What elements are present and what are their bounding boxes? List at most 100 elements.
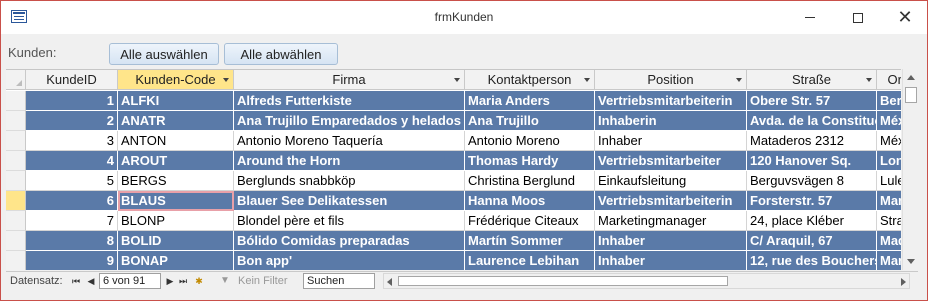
column-header-firma[interactable]: Firma <box>234 70 465 90</box>
cell-ort[interactable]: Strasbourg <box>877 211 901 231</box>
column-header-kontaktperson[interactable]: Kontaktperson <box>465 70 595 90</box>
select-all-corner[interactable] <box>6 70 26 90</box>
table-row[interactable]: 5 BERGS Berglunds snabbköp Christina Berglu… <box>6 171 901 191</box>
column-header-position[interactable]: Position <box>595 70 747 90</box>
column-header-ort[interactable]: Ort <box>877 70 901 90</box>
cell-strasse[interactable]: Berguvsvägen 8 <box>747 171 877 191</box>
cell-strasse[interactable]: 24, place Kléber <box>747 211 877 231</box>
horizontal-scrollbar[interactable] <box>383 273 910 289</box>
record-selector[interactable] <box>6 91 26 111</box>
cell-kontakt[interactable]: Frédérique Citeaux <box>465 211 595 231</box>
record-selector[interactable] <box>6 151 26 171</box>
cell-ort[interactable]: Marseille <box>877 251 901 270</box>
cell-code[interactable]: BONAP <box>118 251 234 270</box>
cell-firma[interactable]: Blondel père et fils <box>234 211 465 231</box>
column-header-strasse[interactable]: Straße <box>747 70 877 90</box>
cell-firma[interactable]: Bólido Comidas preparadas <box>234 231 465 251</box>
cell-firma[interactable]: Antonio Moreno Taquería <box>234 131 465 151</box>
cell-id[interactable]: 4 <box>26 151 118 171</box>
cell-code[interactable]: BLAUS <box>118 191 234 211</box>
scroll-left-icon[interactable] <box>387 278 392 286</box>
cell-kontakt[interactable]: Laurence Lebihan <box>465 251 595 270</box>
table-row[interactable]: 8 BOLID Bólido Comidas preparadas Martín So… <box>6 231 901 251</box>
vertical-scrollbar[interactable] <box>902 69 918 270</box>
cell-ort[interactable]: Luleå <box>877 171 901 191</box>
last-record-icon[interactable]: ⏭ <box>177 275 189 287</box>
cell-firma[interactable]: Bon app' <box>234 251 465 270</box>
record-selector[interactable] <box>6 251 26 270</box>
deselect-all-button[interactable]: Alle abwählen <box>224 43 338 65</box>
cell-code[interactable]: ANATR <box>118 111 234 131</box>
cell-code[interactable]: AROUT <box>118 151 234 171</box>
cell-position[interactable]: Vertriebsmitarbeiterin <box>595 191 747 211</box>
sort-dropdown-icon[interactable] <box>454 78 460 82</box>
cell-position[interactable]: Inhaber <box>595 131 747 151</box>
cell-strasse[interactable]: Obere Str. 57 <box>747 91 877 111</box>
cell-ort[interactable]: Berlin <box>877 91 901 111</box>
cell-position[interactable]: Vertriebsmitarbeiter <box>595 151 747 171</box>
scroll-down-icon[interactable] <box>903 253 919 270</box>
cell-kontakt[interactable]: Christina Berglund <box>465 171 595 191</box>
cell-id[interactable]: 5 <box>26 171 118 191</box>
cell-code[interactable]: ANTON <box>118 131 234 151</box>
cell-id[interactable]: 1 <box>26 91 118 111</box>
cell-firma[interactable]: Ana Trujillo Emparedados y helados <box>234 111 465 131</box>
search-input[interactable]: Suchen <box>303 273 375 289</box>
cell-code[interactable]: BLONP <box>118 211 234 231</box>
table-row[interactable]: 9 BONAP Bon app' Laurence Lebihan Inhaber 12,… <box>6 251 901 270</box>
cell-kontakt[interactable]: Ana Trujillo <box>465 111 595 131</box>
select-all-button[interactable]: Alle auswählen <box>109 43 219 65</box>
table-row[interactable]: 2 ANATR Ana Trujillo Emparedados y helados… <box>6 111 901 131</box>
table-row[interactable]: 7 BLONP Blondel père et fils Frédérique Cit… <box>6 211 901 231</box>
cell-ort[interactable]: Mannheim <box>877 191 901 211</box>
column-header-kunden-code[interactable]: Kunden-Code <box>118 70 234 90</box>
new-record-icon[interactable]: ✱ <box>193 275 205 287</box>
cell-strasse[interactable]: Forsterstr. 57 <box>747 191 877 211</box>
cell-ort[interactable]: Madrid <box>877 231 901 251</box>
cell-id[interactable]: 9 <box>26 251 118 270</box>
cell-kontakt[interactable]: Maria Anders <box>465 91 595 111</box>
horizontal-scroll-thumb[interactable] <box>398 276 728 286</box>
cell-strasse[interactable]: Avda. de la Constitución 2222 <box>747 111 877 131</box>
record-selector[interactable] <box>6 231 26 251</box>
record-selector[interactable] <box>6 111 26 131</box>
sort-dropdown-icon[interactable] <box>866 78 872 82</box>
cell-position[interactable]: Inhaber <box>595 231 747 251</box>
cell-id[interactable]: 8 <box>26 231 118 251</box>
cell-code[interactable]: ALFKI <box>118 91 234 111</box>
sort-dropdown-icon[interactable] <box>223 78 229 82</box>
next-record-icon[interactable]: ▶ <box>164 275 176 287</box>
scroll-right-icon[interactable] <box>901 278 906 286</box>
cell-position[interactable]: Inhaber <box>595 251 747 270</box>
cell-kontakt[interactable]: Antonio Moreno <box>465 131 595 151</box>
cell-position[interactable]: Einkaufsleitung <box>595 171 747 191</box>
cell-kontakt[interactable]: Hanna Moos <box>465 191 595 211</box>
vertical-scroll-thumb[interactable] <box>905 87 917 103</box>
cell-id[interactable]: 3 <box>26 131 118 151</box>
cell-id[interactable]: 7 <box>26 211 118 231</box>
column-header-kundeid[interactable]: KundeID <box>26 70 118 90</box>
cell-firma[interactable]: Berglunds snabbköp <box>234 171 465 191</box>
table-row[interactable]: 1 ALFKI Alfreds Futterkiste Maria Anders Ver… <box>6 91 901 111</box>
cell-id[interactable]: 6 <box>26 191 118 211</box>
cell-id[interactable]: 2 <box>26 111 118 131</box>
cell-position[interactable]: Vertriebsmitarbeiterin <box>595 91 747 111</box>
cell-ort[interactable]: México D.F. <box>877 111 901 131</box>
cell-code[interactable]: BOLID <box>118 231 234 251</box>
record-selector[interactable] <box>6 131 26 151</box>
cell-strasse[interactable]: 12, rue des Bouchers <box>747 251 877 270</box>
cell-position[interactable]: Inhaberin <box>595 111 747 131</box>
minimize-button[interactable] <box>787 1 833 34</box>
cell-strasse[interactable]: C/ Araquil, 67 <box>747 231 877 251</box>
cell-position[interactable]: Marketingmanager <box>595 211 747 231</box>
record-selector[interactable] <box>6 171 26 191</box>
sort-dropdown-icon[interactable] <box>584 78 590 82</box>
cell-ort[interactable]: México D.F. <box>877 131 901 151</box>
cell-kontakt[interactable]: Martín Sommer <box>465 231 595 251</box>
cell-strasse[interactable]: 120 Hanover Sq. <box>747 151 877 171</box>
cell-firma[interactable]: Alfreds Futterkiste <box>234 91 465 111</box>
record-position-input[interactable]: 6 von 91 <box>99 273 161 289</box>
filter-toggle[interactable]: Kein Filter <box>238 275 288 287</box>
previous-record-icon[interactable]: ◀ <box>85 275 97 287</box>
table-row[interactable]: 3 ANTON Antonio Moreno Taquería Antonio Mor… <box>6 131 901 151</box>
